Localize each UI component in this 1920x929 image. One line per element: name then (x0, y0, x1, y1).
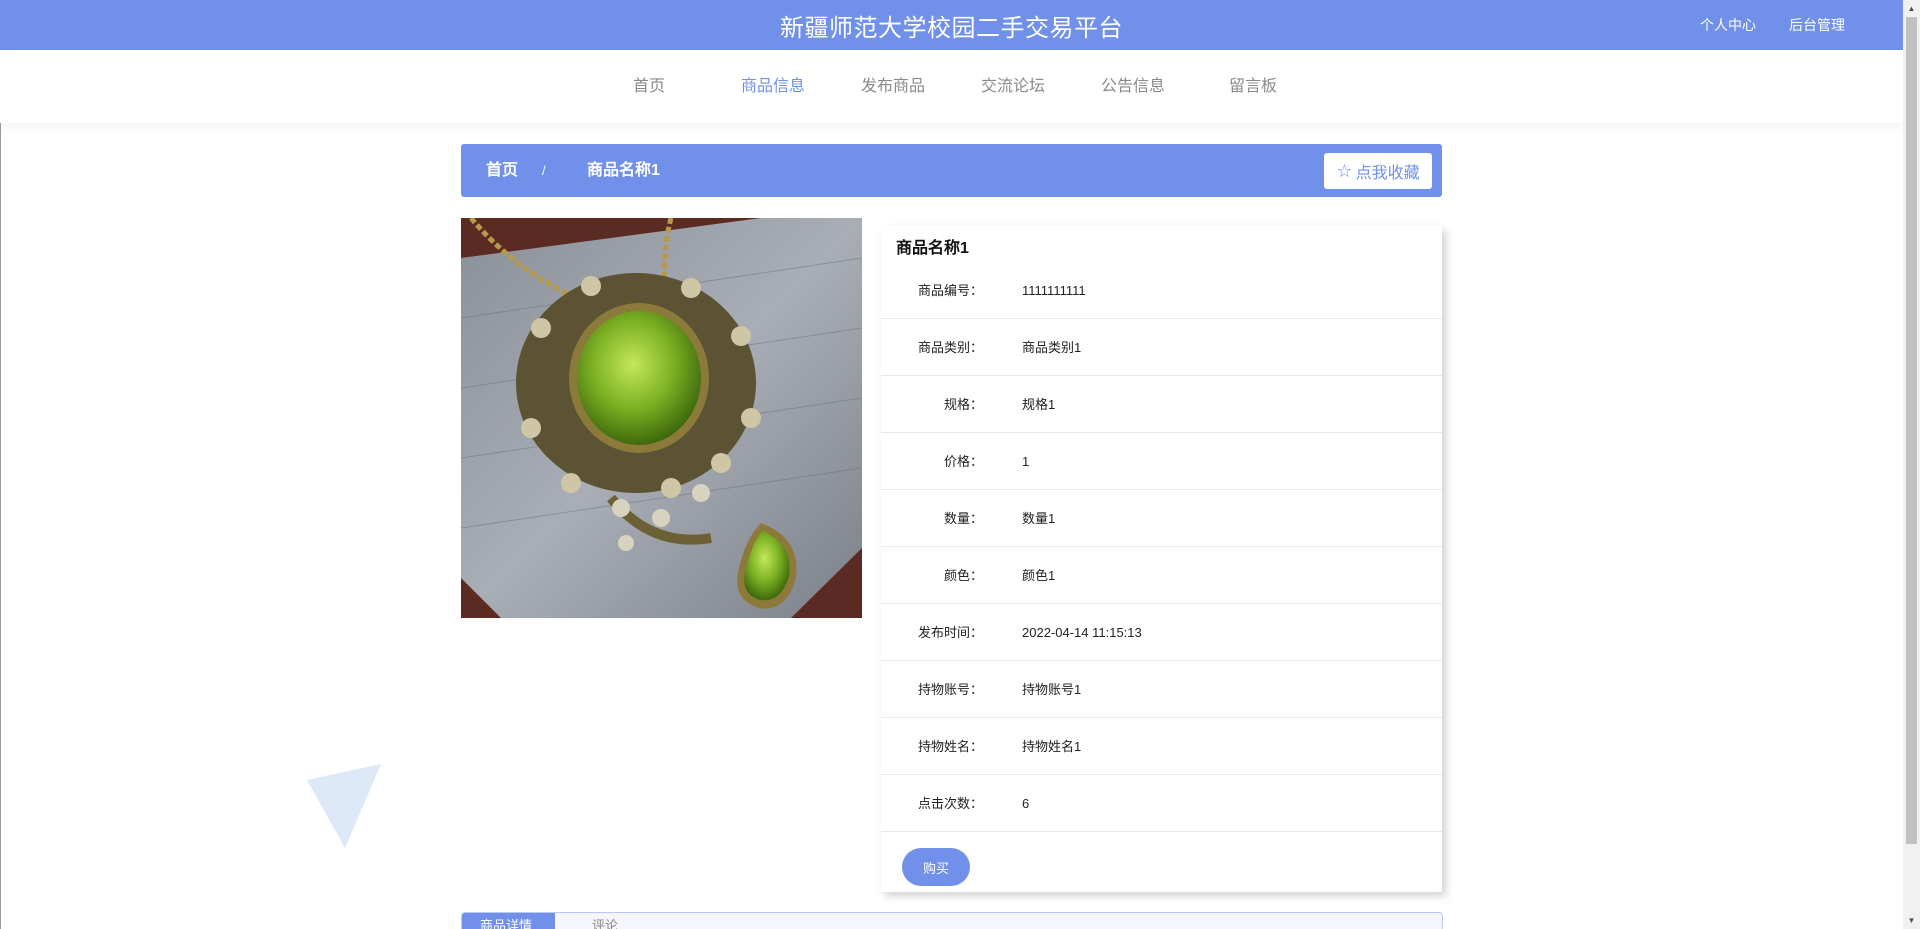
info-label: 持物账号： (917, 682, 983, 697)
admin-link[interactable]: 后台管理 (1789, 15, 1845, 35)
site-title: 新疆师范大学校园二手交易平台 (780, 14, 1123, 42)
info-value: 颜色1 (1022, 568, 1056, 583)
pendant-product-image (461, 218, 862, 618)
info-row: 数量： 数量1 (881, 490, 1442, 547)
info-label: 点击次数： (917, 796, 983, 811)
tab-comments[interactable]: 评论 (574, 913, 636, 929)
breadcrumb-current: 商品名称1 (587, 162, 660, 179)
info-value: 1 (1022, 454, 1030, 469)
favorite-label: 点我收藏 (1355, 165, 1420, 182)
info-label: 发布时间： (917, 625, 983, 640)
info-value: 1111111111 (1022, 283, 1086, 298)
info-label: 规格： (943, 397, 983, 412)
favorite-button[interactable]: ☆ 点我收藏 (1324, 153, 1432, 189)
info-row: 价格： 1 (881, 433, 1442, 490)
star-icon: ☆ (1336, 161, 1353, 181)
page-edge-line (0, 123, 1, 929)
info-value: 2022-04-14 11:15:13 (1022, 625, 1142, 640)
product-name: 商品名称1 (896, 240, 969, 257)
info-row: 持物姓名： 持物姓名1 (881, 718, 1442, 775)
vertical-scrollbar[interactable]: ▲ ▼ (1903, 0, 1920, 929)
pendant-icon (461, 218, 862, 618)
scroll-thumb[interactable] (1906, 17, 1917, 844)
info-value: 持物姓名1 (1022, 739, 1082, 754)
info-row: 点击次数： 6 (881, 775, 1442, 832)
info-label: 颜色： (943, 568, 983, 583)
info-value: 6 (1022, 796, 1030, 811)
info-row: 商品编号： 1111111111 (881, 262, 1442, 319)
nav-item-message-board[interactable]: 留言板 (1229, 50, 1277, 123)
nav-item-home[interactable]: 首页 (633, 50, 665, 123)
nav-item-notices[interactable]: 公告信息 (1101, 50, 1165, 123)
breadcrumb-separator: / (542, 163, 546, 178)
info-value: 数量1 (1022, 511, 1056, 526)
scroll-down-arrow-icon[interactable]: ▼ (1903, 912, 1920, 929)
info-label: 持物姓名： (917, 739, 983, 754)
top-header: 新疆师范大学校园二手交易平台 个人中心 后台管理 (0, 0, 1903, 50)
info-value: 商品类别1 (1022, 340, 1082, 355)
tab-product-detail[interactable]: 商品详情 (462, 913, 555, 929)
buy-button[interactable]: 购买 (902, 848, 970, 886)
info-row: 发布时间： 2022-04-14 11:15:13 (881, 604, 1442, 661)
detail-tabs: 商品详情 评论 (461, 912, 1443, 929)
main-nav: 首页 商品信息 发布商品 交流论坛 公告信息 留言板 (0, 50, 1903, 123)
info-row: 颜色： 颜色1 (881, 547, 1442, 604)
info-label: 商品编号： (917, 283, 983, 298)
nav-item-forum[interactable]: 交流论坛 (981, 50, 1045, 123)
top-links: 个人中心 后台管理 (1700, 0, 1845, 50)
info-label: 商品类别： (917, 340, 983, 355)
personal-center-link[interactable]: 个人中心 (1700, 15, 1756, 35)
breadcrumb-home[interactable]: 首页 (486, 144, 518, 197)
info-value: 持物账号1 (1022, 682, 1082, 697)
scroll-up-arrow-icon[interactable]: ▲ (1903, 0, 1920, 17)
info-row: 持物账号： 持物账号1 (881, 661, 1442, 718)
info-value: 规格1 (1022, 397, 1056, 412)
info-label: 价格： (943, 454, 983, 469)
nav-item-products[interactable]: 商品信息 (741, 50, 805, 123)
breadcrumb: 首页 / 商品名称1 ☆ 点我收藏 (461, 144, 1442, 197)
info-row: 商品类别： 商品类别1 (881, 319, 1442, 376)
info-row: 规格： 规格1 (881, 376, 1442, 433)
nav-item-publish[interactable]: 发布商品 (861, 50, 925, 123)
info-label: 数量： (943, 511, 983, 526)
decorative-triangle-icon (307, 764, 387, 848)
product-info-panel: 商品名称1 商品编号： 1111111111 商品类别： 商品类别1 规格： 规… (881, 226, 1442, 892)
